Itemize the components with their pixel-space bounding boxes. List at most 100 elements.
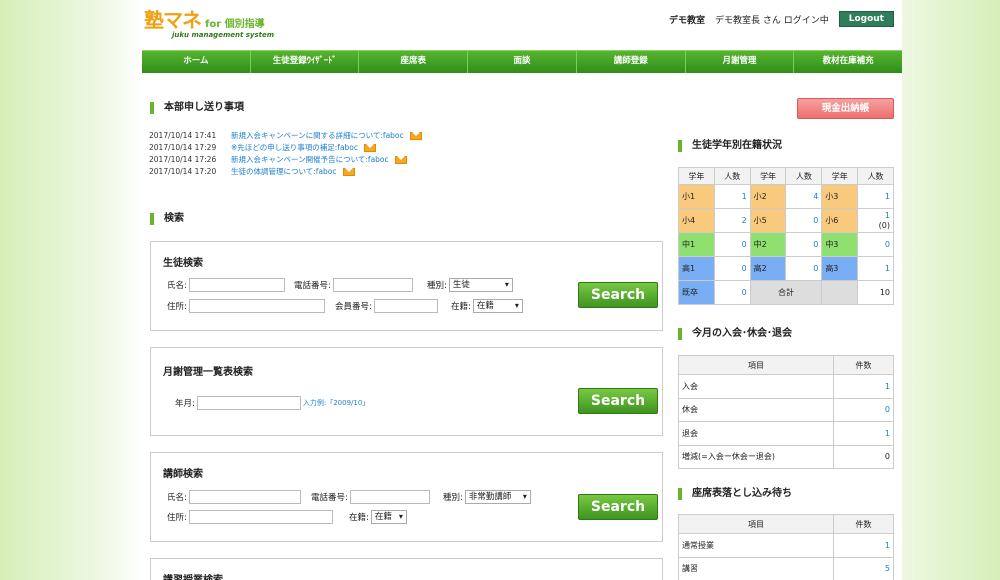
- column-header: 項目: [678, 355, 834, 375]
- notice-link[interactable]: 生徒の体調管理について:faboc: [231, 166, 337, 178]
- row-count[interactable]: 1: [833, 421, 894, 446]
- teacher-search-button[interactable]: Search: [578, 494, 658, 520]
- table-row: 入会 1: [678, 374, 894, 399]
- student-address-label: 住所:: [167, 302, 187, 312]
- notice-link[interactable]: 新規入会キャンペーンに関する詳細について:faboc: [231, 130, 404, 142]
- student-type-select[interactable]: 生徒: [448, 278, 513, 292]
- lecture-search-title: 講習授業検索: [163, 571, 223, 580]
- row-count: 0: [833, 444, 894, 469]
- teacher-phone-input[interactable]: [349, 490, 430, 504]
- search-title: 検索: [150, 213, 184, 225]
- grade-cell: 小4: [678, 208, 715, 233]
- logo-for: for 個別指導: [205, 19, 265, 30]
- count-cell[interactable]: 4: [785, 184, 823, 209]
- table-row: 通常授業 1: [678, 533, 894, 558]
- count-cell[interactable]: 0: [785, 208, 823, 233]
- count-cell[interactable]: 2: [713, 208, 751, 233]
- grade-cell: 高1: [678, 256, 715, 281]
- notice-list: 2017/10/14 17:41 新規入会キャンペーンに関する詳細について:fa…: [149, 130, 422, 178]
- notice-link[interactable]: 新規入会キャンペーン開催予告について:faboc: [231, 154, 389, 166]
- seating-title: 座席表落とし込み待ち: [678, 488, 792, 500]
- student-phone-label: 電話番号:: [294, 281, 331, 291]
- teacher-status-field: 在籍: 在籍: [349, 510, 407, 524]
- nav-student-wizard[interactable]: 生徒登録ｳｲｻﾞｰﾄﾞ: [251, 51, 360, 73]
- mail-icon[interactable]: [364, 144, 377, 152]
- notice-timestamp: 2017/10/14 17:20: [149, 167, 217, 176]
- grade-cell: 中1: [678, 232, 715, 257]
- student-phone-input[interactable]: [332, 278, 413, 292]
- fee-search-button[interactable]: Search: [578, 388, 658, 414]
- teacher-search-box: 講師検索 氏名: 電話番号: 種別: 非常勤講師 住所: 在籍: 在籍 Sear…: [150, 452, 663, 542]
- count-cell[interactable]: 0: [713, 232, 751, 257]
- row-count[interactable]: 0: [833, 397, 894, 422]
- total-spacer: [821, 280, 859, 305]
- student-search-button[interactable]: Search: [578, 282, 658, 308]
- login-status: デモ教室長 さん ログイン中: [715, 15, 829, 26]
- mail-icon[interactable]: [342, 168, 355, 176]
- nav-home[interactable]: ホーム: [142, 51, 251, 73]
- teacher-phone-label: 電話番号:: [311, 493, 348, 503]
- teacher-status-select[interactable]: 在籍: [370, 510, 407, 524]
- seating-table-wrap: 項目 件数 通常授業 1 講習 5: [678, 514, 894, 580]
- teacher-address-input[interactable]: [188, 510, 333, 524]
- teacher-name-field: 氏名:: [167, 490, 301, 504]
- cash-book-button[interactable]: 現金出納帳: [797, 98, 894, 119]
- nav-seating[interactable]: 座席表: [359, 51, 469, 73]
- count-cell[interactable]: 1: [857, 184, 894, 209]
- count-cell[interactable]: 0: [713, 256, 751, 281]
- table-row: 小1 1 小2 4 小3 1: [678, 184, 894, 209]
- row-label: 講習: [678, 556, 834, 580]
- teacher-search-title: 講師検索: [163, 469, 203, 480]
- row-count[interactable]: 1: [833, 374, 894, 399]
- fee-ym-input[interactable]: [196, 396, 301, 410]
- fee-ym-field: 年月: 入力例:「2009/10」: [175, 396, 369, 410]
- table-row: 講習 5: [678, 556, 894, 580]
- count-cell[interactable]: 1: [713, 184, 751, 209]
- mail-icon[interactable]: [394, 156, 407, 164]
- count-cell[interactable]: 0: [785, 256, 823, 281]
- student-name-label: 氏名:: [167, 281, 187, 291]
- logo[interactable]: 塾マネ for 個別指導 juku management system: [144, 4, 274, 39]
- notice-link[interactable]: ※先ほどの申し送り事項の補足:faboc: [231, 142, 358, 154]
- fee-search-title: 月謝管理一覧表検索: [163, 367, 253, 378]
- nav-fee-management[interactable]: 月謝管理: [686, 51, 795, 73]
- table-header-row: 学年 人数 学年 人数 学年 人数: [678, 167, 894, 185]
- count-cell[interactable]: 0: [713, 280, 751, 305]
- page: 塾マネ for 個別指導 juku management system デモ教室…: [142, 0, 902, 580]
- notice-timestamp: 2017/10/14 17:29: [149, 143, 217, 152]
- student-type-field: 種別: 生徒: [427, 278, 513, 292]
- count-cell[interactable]: 0: [857, 232, 894, 257]
- row-label: 退会: [678, 421, 834, 446]
- mail-icon[interactable]: [409, 132, 422, 140]
- grade-status-table-wrap: 学年 人数 学年 人数 学年 人数 小1 1 小2 4 小3 1 小4 2 小5…: [678, 167, 894, 305]
- lecture-search-box: 講習授業検索: [150, 558, 663, 580]
- row-count[interactable]: 1: [833, 533, 894, 558]
- grade-cell: 小6: [821, 208, 859, 233]
- grade-cell: 既卒: [678, 280, 715, 305]
- row-count[interactable]: 5: [833, 556, 894, 580]
- main-nav: ホーム 生徒登録ｳｲｻﾞｰﾄﾞ 座席表 面談 講師登録 月謝管理 教材在庫補充: [142, 50, 902, 73]
- student-address-input[interactable]: [188, 299, 325, 313]
- nav-teacher-register[interactable]: 講師登録: [577, 51, 686, 73]
- column-header: 学年: [749, 167, 787, 185]
- count-cell[interactable]: 1 (0): [857, 208, 894, 233]
- fee-search-box: 月謝管理一覧表検索 年月: 入力例:「2009/10」 Search: [150, 347, 663, 436]
- count-cell[interactable]: 0: [785, 232, 823, 257]
- count-cell[interactable]: 1: [857, 256, 894, 281]
- row-label: 通常授業: [678, 533, 834, 558]
- logo-sub: juku management system: [172, 31, 275, 39]
- teacher-name-input[interactable]: [188, 490, 301, 504]
- count-value[interactable]: 1: [861, 211, 890, 221]
- monthly-title: 今月の入会･休会･退会: [678, 328, 792, 340]
- student-member-input[interactable]: [373, 299, 438, 313]
- student-phone-field: 電話番号:: [294, 278, 413, 292]
- nav-interview[interactable]: 面談: [468, 51, 577, 73]
- seating-table: 項目 件数 通常授業 1 講習 5: [678, 514, 894, 580]
- student-name-input[interactable]: [188, 278, 285, 292]
- column-header: 件数: [833, 514, 894, 534]
- student-status-select[interactable]: 在籍: [472, 299, 523, 313]
- logout-button[interactable]: Logout: [838, 11, 894, 27]
- nav-material-stock[interactable]: 教材在庫補充: [794, 51, 902, 73]
- column-header: 項目: [678, 514, 834, 534]
- teacher-type-select[interactable]: 非常勤講師: [464, 490, 531, 504]
